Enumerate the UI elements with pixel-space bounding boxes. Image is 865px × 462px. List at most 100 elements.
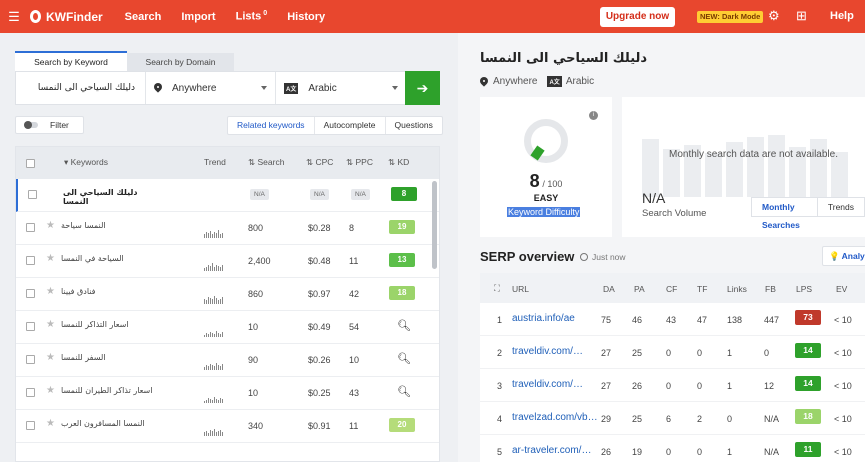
trend-sparkline [204,259,228,271]
app-logo[interactable]: KWFinder [30,10,103,24]
col-search[interactable]: ⇅ Search [248,157,284,168]
star-icon[interactable]: ★ [46,385,55,396]
difficulty-label: Keyword Difficulty [507,207,581,217]
serp-url-link[interactable]: austria.info/ae [512,313,575,324]
trend-bar [210,399,211,403]
serp-url-link[interactable]: travelzad.com/vb… [512,412,598,423]
serp-url-link[interactable]: traveldiv.com/… [512,379,583,390]
tab-questions[interactable]: Questions [386,117,442,134]
trend-bar [204,299,205,304]
tab-monthly-searches[interactable]: Monthly Searches [752,198,818,230]
star-icon[interactable]: ★ [46,319,55,330]
search-submit-button[interactable]: ➔ [405,71,440,105]
row-checkbox[interactable] [26,322,35,331]
ppc-cell: 42 [349,289,360,299]
hamburger-menu-icon[interactable]: ☰ [4,9,24,25]
serp-row[interactable]: 5 ar-traveler.com/… 26 19 0 0 1 N/A 11 < 10 [480,435,865,462]
table-row[interactable]: ★ اسعار تذاكر الطيران للنمسا 10 $0.25 43 🔍︎ [16,377,439,410]
trend-bar [206,333,207,337]
keyword-input[interactable] [16,72,146,104]
serp-overview-title: SERP overview [480,249,575,264]
table-scrollbar[interactable] [432,181,437,269]
table-row[interactable]: ★ السياحة في النمسا 2,400 $0.48 11 13 [16,245,439,278]
table-row[interactable]: ★ فنادق فيينا 860 $0.97 42 18 [16,278,439,311]
col-lps[interactable]: LPS [796,284,812,294]
serp-row[interactable]: 2 traveldiv.com/… 27 25 0 0 1 0 14 < 10 [480,336,865,369]
select-all-checkbox[interactable] [26,159,35,168]
trend-bar [218,365,219,370]
star-icon[interactable]: ★ [46,418,55,429]
keyword-cell: اسعار تذاكر الطيران للنمسا [61,386,153,395]
cpc-cell: $0.48 [308,256,331,266]
star-icon[interactable]: ★ [46,286,55,297]
dark-mode-badge[interactable]: NEW: Dark Mode [697,11,764,23]
table-header: ▾ Keywords Trend ⇅ Search ⇅ CPC ⇅ PPC ⇅ … [16,147,439,179]
serp-url-link[interactable]: ar-traveler.com/… [512,445,591,456]
upgrade-button[interactable]: Upgrade now [600,7,675,27]
keyword-research-panel: Search by Keyword Search by Domain Anywh… [0,33,458,462]
toggle-switch[interactable] [24,121,38,129]
col-fb[interactable]: FB [765,284,776,294]
col-tf[interactable]: TF [697,284,707,294]
serp-url-link[interactable]: traveldiv.com/… [512,346,583,357]
serp-row[interactable]: 1 austria.info/ae 75 46 43 47 138 447 73 < 10 [480,303,865,336]
trend-bar [222,432,223,436]
row-checkbox[interactable] [26,421,35,430]
trend-bar [216,363,217,370]
col-kd[interactable]: ⇅ KD [388,157,409,168]
col-cpc[interactable]: ⇅ CPC [306,157,333,168]
col-cf[interactable]: CF [666,284,677,294]
col-pa[interactable]: PA [634,284,645,294]
tab-search-by-domain[interactable]: Search by Domain [127,53,234,71]
star-icon[interactable]: ★ [46,352,55,363]
row-checkbox[interactable] [26,256,35,265]
table-row[interactable]: ★ اسعار التذاكر للنمسا 10 $0.49 54 🔍︎ [16,311,439,344]
nav-import[interactable]: Import [181,11,215,23]
trend-bar [204,367,205,370]
analyze-serp-button[interactable]: 💡 Analyze [822,246,865,266]
detail-meta: Anywhere A文 Arabic [480,76,594,87]
col-links[interactable]: Links [727,284,747,294]
row-checkbox[interactable] [26,223,35,232]
col-url[interactable]: URL [512,284,529,294]
grid-apps-icon[interactable]: ⊞ [796,8,807,24]
nav-search[interactable]: Search [125,11,162,23]
help-menu[interactable]: Help [830,10,854,22]
search-icon[interactable]: 🔍︎ [397,385,411,398]
row-checkbox[interactable] [28,190,37,199]
tab-autocomplete[interactable]: Autocomplete [315,117,386,134]
trend-bar [220,234,221,238]
col-ev[interactable]: EV [836,284,847,294]
filter-toggle[interactable]: Filter [15,116,84,134]
table-row[interactable]: ★ النمسا سياحة 800 $0.28 8 19 [16,212,439,245]
table-row[interactable]: ★ السفر للنمسا 90 $0.26 10 🔍︎ [16,344,439,377]
row-checkbox[interactable] [26,289,35,298]
star-icon[interactable]: ★ [46,220,55,231]
search-icon[interactable]: 🔍︎ [397,319,411,332]
table-row[interactable]: ★ النمسا المسافرون العرب 340 $0.91 11 20 [16,410,439,443]
nav-history[interactable]: History [287,11,325,23]
nav-lists[interactable]: Lists 0 [236,10,268,23]
serp-pa: 26 [632,381,643,391]
serp-row[interactable]: 3 traveldiv.com/… 27 26 0 0 1 12 14 < 10 [480,369,865,402]
serp-row[interactable]: 4 travelzad.com/vb… 29 25 6 2 0 N/A 18 < 10 [480,402,865,435]
search-icon[interactable]: 🔍︎ [397,352,411,365]
trend-bar [208,334,209,337]
table-row[interactable]: دليلك السياحي الى النمسا N/A N/A N/A 8 [16,179,439,212]
expand-icon[interactable]: ⛶ [494,283,500,294]
row-checkbox[interactable] [26,355,35,364]
location-select[interactable]: Anywhere [146,72,276,104]
settings-icon[interactable]: ⚙ [768,8,780,24]
tab-search-by-keyword[interactable]: Search by Keyword [15,51,127,71]
tab-trends[interactable]: Trends [818,198,864,216]
col-trend[interactable]: Trend [204,157,226,167]
col-keywords[interactable]: ▾ Keywords [64,157,108,168]
row-checkbox[interactable] [26,388,35,397]
language-select[interactable]: A文 Arabic [276,72,406,104]
col-ppc[interactable]: ⇅ PPC [346,157,373,168]
star-icon[interactable]: ★ [46,253,55,264]
tab-related-keywords[interactable]: Related keywords [228,117,315,134]
arrow-right-icon: ➔ [416,80,429,96]
col-da[interactable]: DA [603,284,615,294]
info-icon[interactable]: i [589,111,598,120]
